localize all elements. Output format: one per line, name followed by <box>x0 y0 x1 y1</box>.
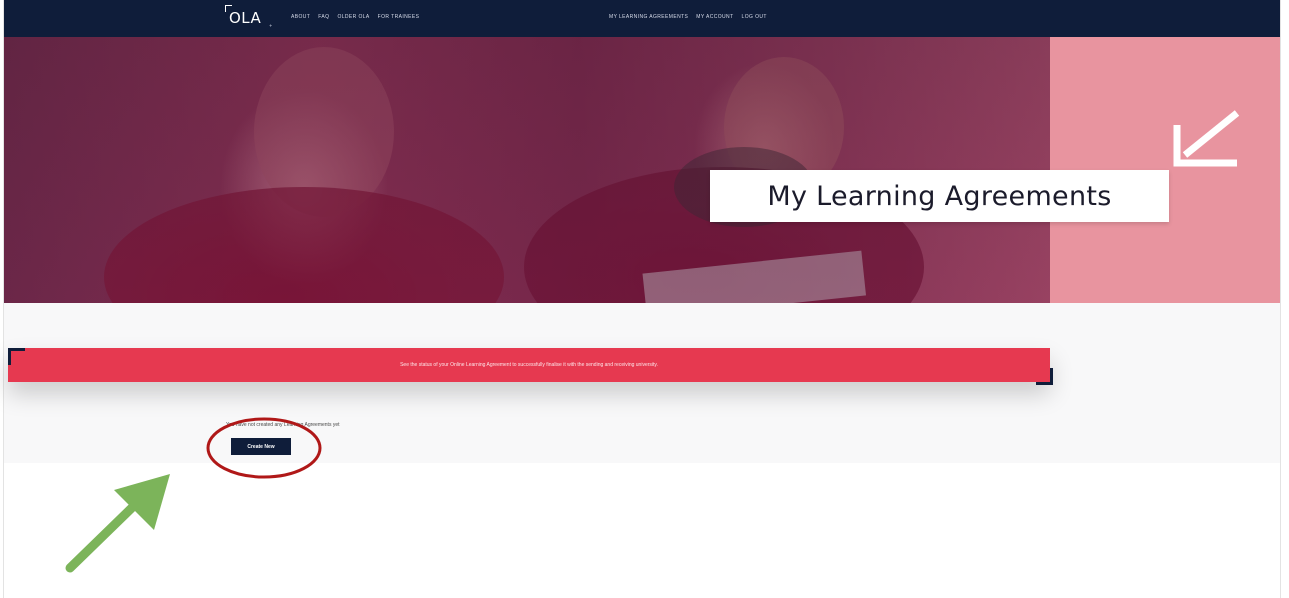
browser-page: OLA + About FAQ Older OLA For trainees M… <box>3 0 1281 598</box>
nav-my-learning-agreements[interactable]: My Learning Agreements <box>609 14 688 20</box>
banner-corner-top-left <box>8 348 25 365</box>
logo-corner-mark <box>225 5 232 12</box>
info-banner-text: See the status of your Online Learning A… <box>400 362 658 368</box>
logo-subscript: + <box>269 23 273 28</box>
nav-older-ola[interactable]: Older OLA <box>337 14 369 20</box>
green-arrow-pointer <box>65 474 170 573</box>
hero-banner: My Learning Agreements <box>4 37 1280 303</box>
nav-for-trainees[interactable]: For trainees <box>378 14 420 20</box>
nav-faq[interactable]: FAQ <box>318 14 329 20</box>
arrow-down-left-icon <box>1173 110 1240 167</box>
nav-log-out[interactable]: Log out <box>742 14 767 20</box>
banner-corner-bottom-right <box>1036 368 1053 385</box>
info-banner: See the status of your Online Learning A… <box>8 348 1050 382</box>
ola-logo[interactable]: OLA + <box>225 5 272 28</box>
nav-about[interactable]: About <box>291 14 310 20</box>
nav-left-links: About FAQ Older OLA For trainees <box>291 14 419 20</box>
nav-right-links: My Learning Agreements My Account Log ou… <box>609 14 767 20</box>
nav-my-account[interactable]: My Account <box>696 14 733 20</box>
top-navbar: OLA + About FAQ Older OLA For trainees M… <box>4 0 1280 37</box>
page-title-box: My Learning Agreements <box>710 170 1169 222</box>
content-section: See the status of your Online Learning A… <box>4 303 1280 463</box>
page-title: My Learning Agreements <box>767 180 1112 212</box>
logo-text: OLA <box>229 9 262 27</box>
red-circle-highlight <box>206 417 322 479</box>
